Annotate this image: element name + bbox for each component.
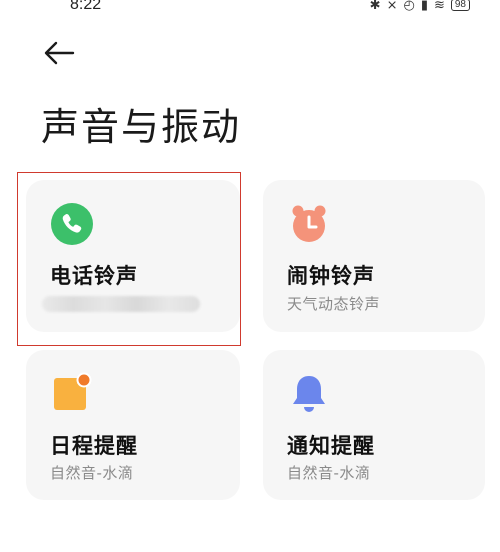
mute-icon: ⨯ <box>386 0 398 13</box>
bluetooth-icon: ✱ <box>369 0 381 13</box>
notification-reminder-card[interactable]: 通知提醒 自然音-水滴 <box>263 350 485 500</box>
bell-icon <box>293 376 325 412</box>
card-subtitle: 天气动态铃声 <box>287 295 381 313</box>
status-time: 8:22 <box>70 0 102 13</box>
signal-icon: ▮ <box>420 0 428 13</box>
card-subtitle: 自然音-水滴 <box>50 464 134 482</box>
battery-indicator: 98 <box>450 0 470 11</box>
card-title: 日程提醒 <box>50 434 138 458</box>
page-title: 声音与振动 <box>41 105 242 149</box>
ringtone-card[interactable]: 电话铃声 <box>26 180 240 332</box>
wifi-icon: ≋ <box>433 0 445 13</box>
alarm-icon: ◴ <box>403 0 415 13</box>
alarm-clock-icon <box>292 205 326 242</box>
card-subtitle-blurred <box>42 296 200 312</box>
status-icons: ✱ ⨯ ◴ ▮ ≋ 98 <box>370 0 470 13</box>
schedule-reminder-card[interactable]: 日程提醒 自然音-水滴 <box>26 350 240 500</box>
alarm-ringtone-card[interactable]: 闹钟铃声 天气动态铃声 <box>263 180 485 332</box>
back-arrow-icon <box>44 41 75 65</box>
card-title: 闹钟铃声 <box>287 264 375 288</box>
phone-icon <box>51 203 93 245</box>
card-title: 电话铃声 <box>50 264 138 288</box>
back-button[interactable] <box>42 38 76 72</box>
status-bar: 8:22 ✱ ⨯ ◴ ▮ ≋ 98 <box>0 0 500 16</box>
card-subtitle: 自然音-水滴 <box>287 464 371 482</box>
calendar-note-icon <box>54 372 92 410</box>
card-title: 通知提醒 <box>287 434 375 458</box>
